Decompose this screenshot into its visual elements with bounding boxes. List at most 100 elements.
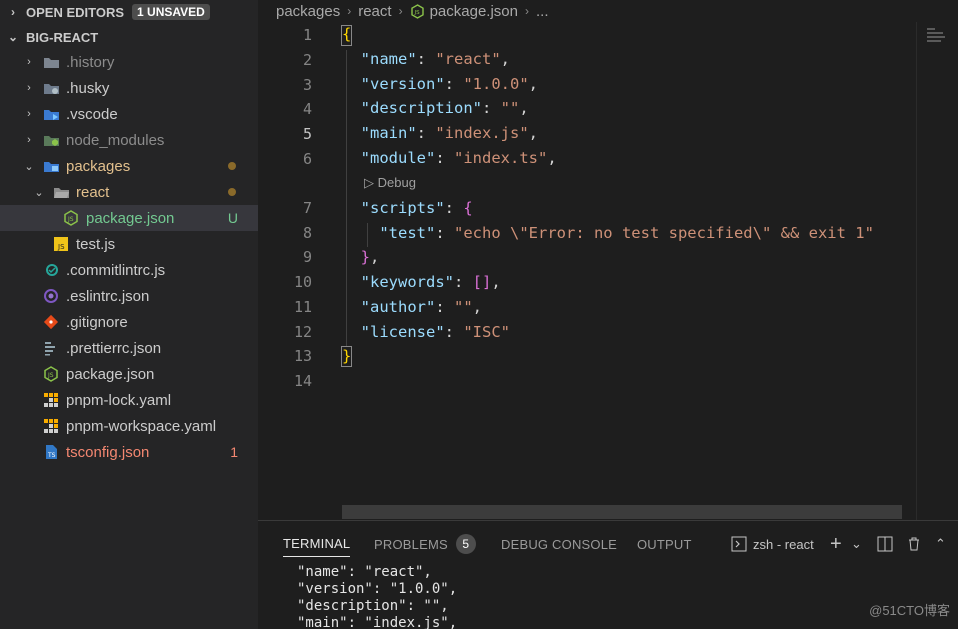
- code-line: "main": "index.js",: [360, 124, 539, 142]
- tree-item-tsconfig[interactable]: TS tsconfig.json 1: [0, 439, 258, 465]
- minimap-line: [927, 28, 935, 30]
- watermark: @51CTO博客: [869, 603, 950, 618]
- minimap-line: [927, 32, 943, 34]
- chevron-down-icon: ⌄: [7, 30, 19, 44]
- maximize-panel-button[interactable]: ⌃: [935, 533, 946, 555]
- open-editors-label: OPEN EDITORS: [26, 4, 125, 20]
- code-line: "keywords": [],: [360, 273, 501, 291]
- json-value: "": [454, 298, 473, 316]
- tab-output[interactable]: OUTPUT: [637, 531, 692, 557]
- new-terminal-button[interactable]: +: [830, 533, 842, 555]
- terminal-name: zsh - react: [753, 536, 814, 552]
- typescript-icon: TS: [42, 444, 60, 460]
- breadcrumb-item[interactable]: react: [358, 3, 391, 20]
- debug-codelens[interactable]: ▷ Debug: [364, 175, 416, 191]
- tree-item-label: .husky: [66, 79, 110, 97]
- modified-dot-icon: [228, 188, 236, 196]
- tree-item-gitignore[interactable]: .gitignore: [0, 309, 258, 335]
- code-line: "module": "index.ts",: [360, 149, 557, 167]
- tree-item-vscode[interactable]: › .vscode: [0, 101, 258, 127]
- line-number: 2: [302, 51, 312, 69]
- terminal-dropdown-button[interactable]: ⌄: [851, 533, 862, 555]
- json-brace: }: [360, 248, 371, 266]
- tree-item-history[interactable]: › .history: [0, 49, 258, 75]
- folder-open-icon: [52, 184, 70, 200]
- nodejs-icon: JS: [410, 3, 425, 19]
- tree-item-pnpm-workspace[interactable]: pnpm-workspace.yaml: [0, 413, 258, 439]
- error-count: 1: [230, 444, 238, 460]
- breadcrumb-item[interactable]: ...: [536, 3, 549, 20]
- tab-problems[interactable]: PROBLEMS 5: [374, 531, 476, 557]
- tree-item-prettierrc[interactable]: .prettierrc.json: [0, 335, 258, 361]
- split-terminal-button[interactable]: [877, 533, 893, 555]
- folder-open-icon: [42, 158, 60, 174]
- line-number: 11: [293, 298, 312, 316]
- line-number: 9: [302, 248, 312, 266]
- chevron-right-icon: ›: [27, 134, 31, 146]
- tree-item-label: test.js: [76, 235, 116, 253]
- horizontal-scrollbar[interactable]: [342, 505, 902, 519]
- js-icon: JS: [52, 236, 70, 252]
- breadcrumb-item[interactable]: packages: [276, 3, 340, 20]
- tree-item-husky[interactable]: › .husky: [0, 75, 258, 101]
- open-editors-header[interactable]: › OPEN EDITORS 1 UNSAVED: [0, 0, 258, 24]
- pnpm-icon: [42, 418, 60, 434]
- code-line: "author": "",: [360, 298, 483, 316]
- kill-terminal-button[interactable]: [906, 533, 922, 555]
- tree-item-package-json[interactable]: JS package.json: [0, 361, 258, 387]
- terminal-output-line: "version": "1.0.0",: [297, 581, 458, 597]
- json-key: "license": [360, 323, 445, 341]
- terminal-selector[interactable]: zsh - react: [731, 533, 814, 555]
- json-key: "name": [360, 50, 417, 68]
- chevron-down-icon: ⌄: [34, 186, 44, 199]
- split-icon: [877, 536, 893, 552]
- tree-item-node-modules[interactable]: › node_modules: [0, 127, 258, 153]
- folder-vscode-icon: [42, 106, 60, 122]
- tab-terminal[interactable]: TERMINAL: [283, 531, 351, 557]
- tree-item-test-js[interactable]: JS test.js: [0, 231, 258, 257]
- explorer-sidebar: › OPEN EDITORS 1 UNSAVED ⌄ BIG-REACT › .…: [0, 0, 258, 629]
- tree-item-label: .gitignore: [66, 313, 128, 331]
- json-value: []: [472, 273, 492, 291]
- code-line: "license": "ISC": [360, 323, 511, 341]
- breadcrumb: packages › react › JS package.json › ...: [276, 0, 549, 22]
- tree-item-eslintrc[interactable]: .eslintrc.json: [0, 283, 258, 309]
- chevron-right-icon: ›: [27, 108, 31, 120]
- folder-node-icon: [42, 132, 60, 148]
- json-key: "description": [360, 99, 482, 117]
- prettier-icon: [42, 340, 60, 356]
- tree-item-commitlintrc[interactable]: .commitlintrc.js: [0, 257, 258, 283]
- tab-debug-console[interactable]: DEBUG CONSOLE: [501, 531, 617, 557]
- code-line: "version": "1.0.0",: [360, 75, 539, 93]
- code-line: {: [342, 25, 352, 43]
- chevron-right-icon: ›: [347, 4, 352, 18]
- json-key: "version": [360, 75, 445, 93]
- tree-item-react[interactable]: ⌄ react: [0, 179, 258, 205]
- git-icon: [42, 314, 60, 330]
- codelens-label: Debug: [377, 175, 416, 190]
- line-number: 4: [302, 100, 312, 118]
- json-value: "react": [435, 50, 501, 68]
- git-status-untracked: U: [227, 210, 238, 226]
- tree-item-label: node_modules: [66, 131, 165, 149]
- json-key: "author": [360, 298, 436, 316]
- breadcrumb-item[interactable]: package.json: [430, 3, 518, 20]
- tree-item-packages[interactable]: ⌄ packages: [0, 153, 258, 179]
- tree-item-react-package-json[interactable]: JS package.json U: [0, 205, 258, 231]
- project-header[interactable]: ⌄ BIG-REACT: [0, 25, 258, 49]
- tree-item-label: package.json: [86, 209, 175, 227]
- tree-item-pnpm-lock[interactable]: pnpm-lock.yaml: [0, 387, 258, 413]
- json-key: "keywords": [360, 273, 454, 291]
- tree-item-label: .commitlintrc.js: [66, 261, 166, 279]
- chevron-right-icon: ›: [398, 4, 403, 18]
- unsaved-badge: 1 UNSAVED: [132, 4, 210, 20]
- code-editor[interactable]: packages › react › JS package.json › ...…: [258, 0, 958, 520]
- terminal-output-line: "description": "",: [297, 598, 449, 614]
- line-number: 14: [293, 372, 312, 390]
- tree-item-label: pnpm-workspace.yaml: [66, 417, 217, 435]
- problems-count-badge: 5: [455, 534, 476, 554]
- tree-item-label: .eslintrc.json: [66, 287, 150, 305]
- line-number: 5: [302, 125, 312, 143]
- minimap[interactable]: [916, 22, 958, 520]
- code-line: }: [342, 347, 352, 365]
